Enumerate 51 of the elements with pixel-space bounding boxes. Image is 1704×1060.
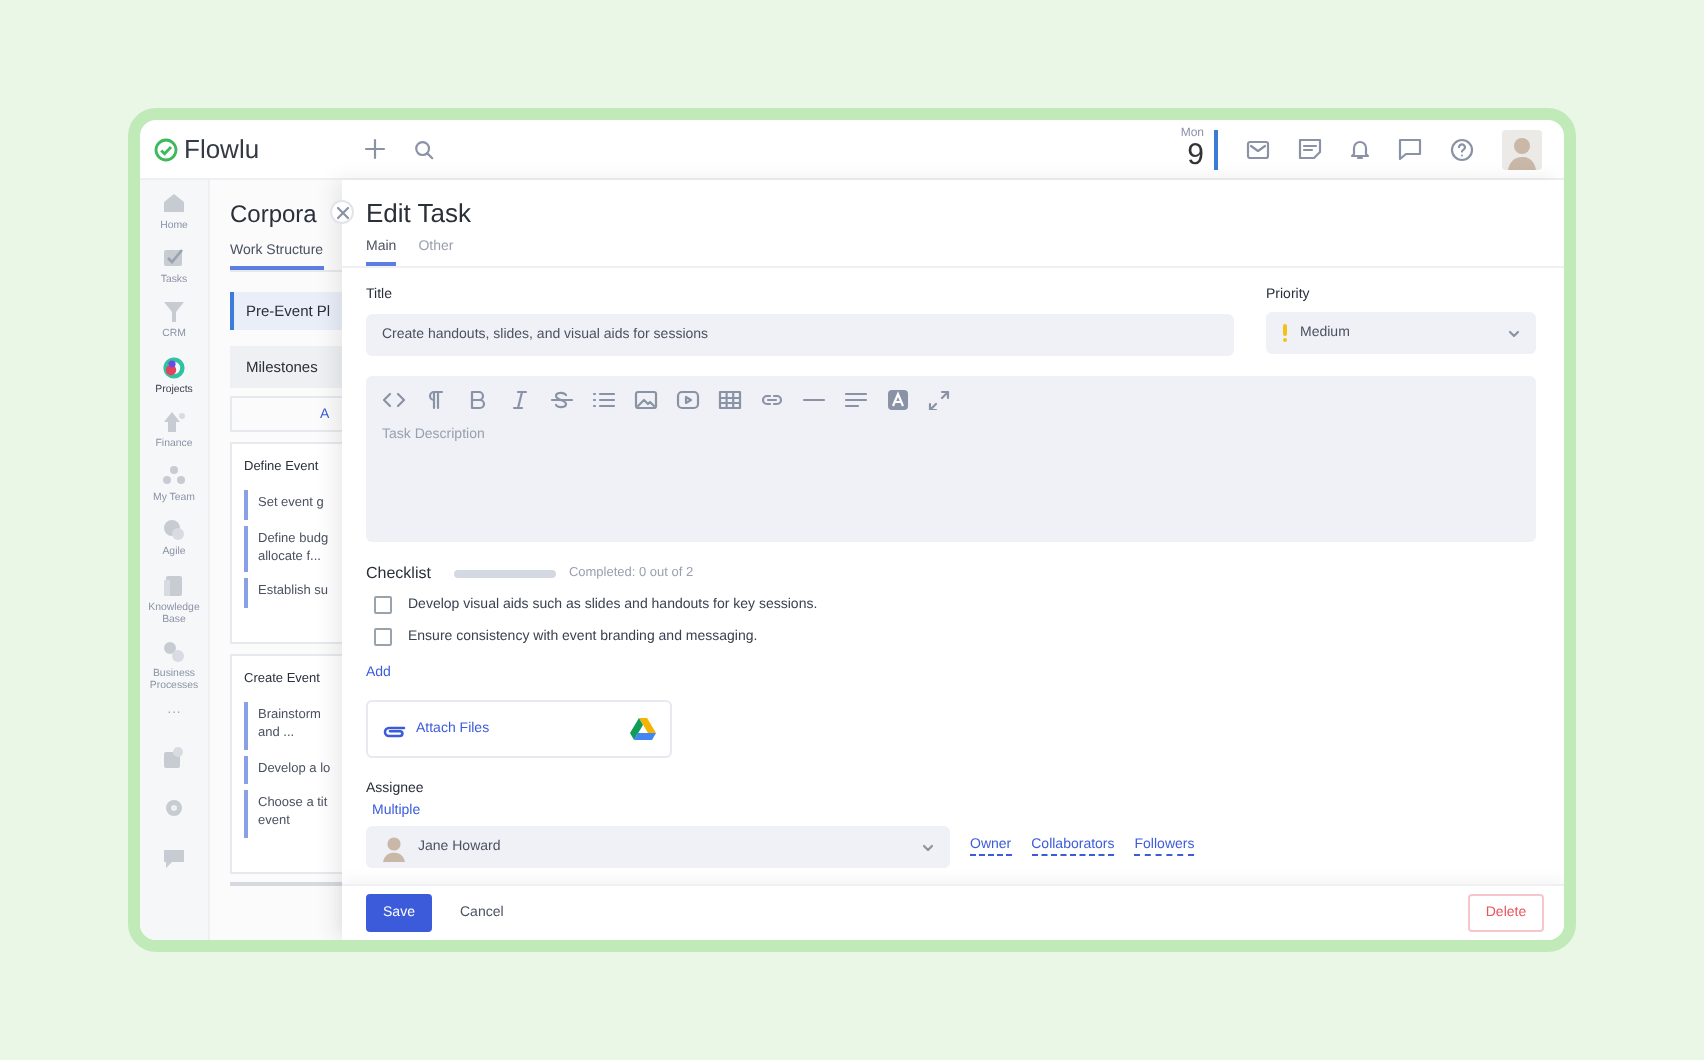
list-icon[interactable] bbox=[592, 390, 616, 410]
bell-icon[interactable] bbox=[1350, 138, 1370, 160]
search-icon[interactable] bbox=[413, 139, 434, 159]
house-icon[interactable] bbox=[162, 192, 186, 216]
close-icon[interactable] bbox=[335, 205, 349, 219]
code-icon[interactable] bbox=[382, 390, 406, 410]
chat-bubble-icon[interactable] bbox=[1398, 138, 1422, 160]
logo-text: Flowlu bbox=[184, 134, 260, 164]
checkbox-icon[interactable] bbox=[162, 246, 186, 271]
pilcrow-icon[interactable] bbox=[424, 390, 448, 410]
link-icon[interactable] bbox=[760, 390, 784, 410]
table-icon[interactable] bbox=[718, 390, 742, 410]
exclamation-icon bbox=[1282, 324, 1288, 342]
project-title: Corpora bbox=[230, 200, 317, 228]
italic-icon[interactable] bbox=[508, 390, 532, 410]
triangle-logo-icon[interactable] bbox=[630, 718, 656, 740]
day-number: 9 bbox=[1187, 140, 1204, 170]
note-icon[interactable] bbox=[1298, 138, 1322, 160]
play-icon[interactable] bbox=[676, 390, 700, 410]
close-button[interactable] bbox=[330, 200, 354, 224]
plus-icon[interactable] bbox=[363, 138, 386, 160]
panel-title: Edit Task bbox=[366, 198, 474, 228]
avatar-icon bbox=[382, 833, 406, 861]
strikethrough-icon[interactable] bbox=[550, 390, 574, 410]
circles-icon[interactable] bbox=[162, 518, 186, 543]
text-color-icon[interactable] bbox=[886, 390, 910, 410]
envelope-icon[interactable] bbox=[1246, 139, 1270, 159]
arrow-up-icon[interactable] bbox=[162, 409, 186, 434]
chat-icon[interactable] bbox=[162, 845, 186, 870]
chevron-down-icon bbox=[922, 843, 934, 851]
paperclip-icon bbox=[382, 721, 406, 737]
ring-icon[interactable] bbox=[162, 355, 186, 380]
checklist-label: Checklist bbox=[366, 564, 431, 582]
check-badge-icon bbox=[154, 137, 178, 161]
expand-icon[interactable] bbox=[928, 390, 952, 410]
help-icon[interactable] bbox=[1450, 137, 1474, 161]
checkbox[interactable] bbox=[374, 628, 392, 646]
checkbox[interactable] bbox=[374, 596, 392, 614]
chevron-down-icon bbox=[1508, 329, 1520, 337]
scrollbar bbox=[230, 881, 342, 886]
avatar-icon[interactable] bbox=[1502, 129, 1542, 169]
bold-icon[interactable] bbox=[466, 390, 490, 410]
book-icon[interactable] bbox=[162, 573, 186, 598]
people-icon[interactable] bbox=[162, 464, 186, 489]
align-icon[interactable] bbox=[844, 390, 868, 410]
date-divider bbox=[1214, 129, 1218, 169]
funnel-icon[interactable] bbox=[162, 300, 186, 325]
circles-icon[interactable] bbox=[162, 640, 186, 665]
image-icon[interactable] bbox=[634, 390, 658, 410]
gear-icon[interactable] bbox=[162, 795, 186, 820]
puzzle-icon[interactable] bbox=[162, 745, 186, 770]
